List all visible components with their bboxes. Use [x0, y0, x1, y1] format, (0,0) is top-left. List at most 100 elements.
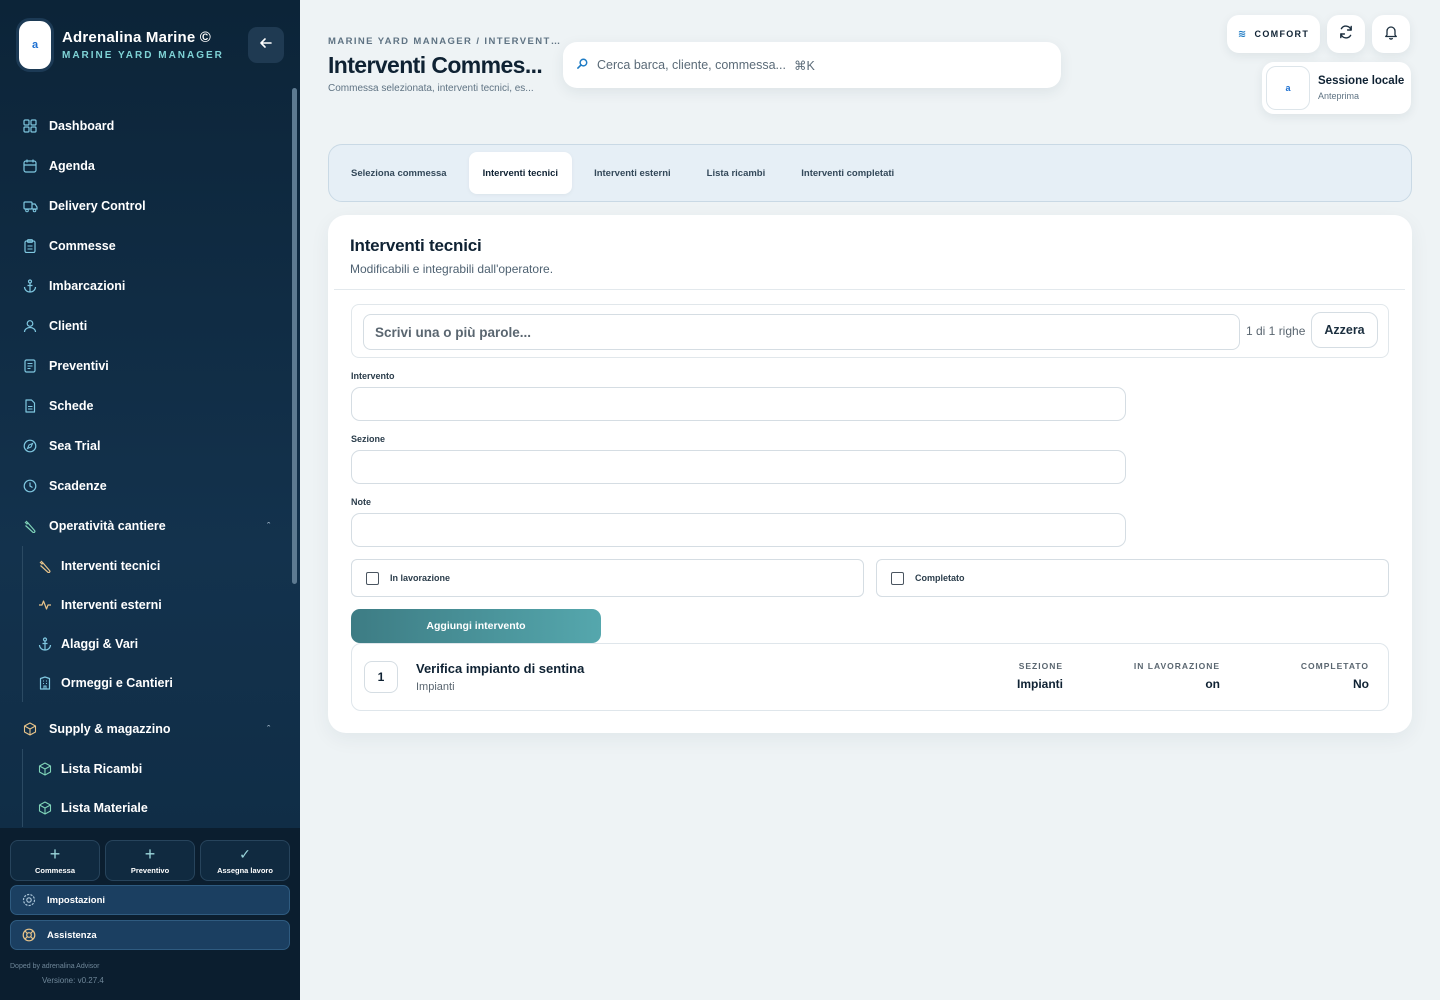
assign-work-button[interactable]: ✓ Assegna lavoro: [200, 840, 290, 881]
anchor-icon: [22, 278, 38, 294]
checkbox-label: In lavorazione: [390, 573, 451, 583]
tab-interventi-esterni[interactable]: Interventi esterni: [580, 152, 685, 194]
filter-input[interactable]: [363, 314, 1240, 350]
sidebar-item-interventi-tecnici[interactable]: Interventi tecnici: [37, 546, 278, 585]
sidebar-item-dashboard[interactable]: Dashboard: [16, 106, 278, 146]
density-toggle-button[interactable]: ≋ COMFORT: [1227, 15, 1320, 53]
box-icon: [37, 761, 53, 777]
help-button[interactable]: Assistenza: [10, 920, 290, 950]
collapse-sidebar-button[interactable]: [248, 27, 284, 63]
sidebar-group-supply[interactable]: Supply & magazzino ˆ: [16, 709, 278, 749]
sidebar-item-commesse[interactable]: Commesse: [16, 226, 278, 266]
box-icon: [22, 721, 38, 737]
note-field[interactable]: [351, 513, 1126, 547]
settings-button[interactable]: Impostazioni: [10, 885, 290, 915]
settings-label: Impostazioni: [47, 894, 106, 906]
bell-icon: [1383, 24, 1399, 45]
session-mode: Anteprima: [1318, 91, 1360, 101]
add-intervento-button[interactable]: Aggiungi intervento: [351, 609, 601, 643]
waves-icon: ≋: [1237, 28, 1248, 40]
page-title: Interventi Commes...: [328, 52, 543, 78]
check-icon: ✓: [239, 846, 251, 862]
global-search[interactable]: Cerca barca, cliente, commessa... ⌘K: [563, 42, 1061, 88]
refresh-button[interactable]: [1327, 15, 1365, 53]
table-row[interactable]: 1 Verifica impianto di sentina Impianti …: [351, 643, 1389, 711]
sidebar-item-agenda[interactable]: Agenda: [16, 146, 278, 186]
row-title: Verifica impianto di sentina: [416, 661, 585, 676]
avatar: a: [1266, 66, 1310, 110]
sidebar-item-clienti[interactable]: Clienti: [16, 306, 278, 346]
notifications-button[interactable]: [1372, 15, 1410, 53]
session-name: Sessione locale: [1318, 75, 1405, 87]
sidebar-item-lista-materiale[interactable]: Lista Materiale: [37, 788, 278, 827]
brand[interactable]: a Adrenalina Marine © MARINE YARD MANAGE…: [16, 18, 224, 72]
tab-lista-ricambi[interactable]: Lista ricambi: [693, 152, 780, 194]
intervento-field[interactable]: [351, 387, 1126, 421]
help-label: Assistenza: [47, 929, 97, 941]
sidebar-item-label: Agenda: [49, 159, 95, 173]
sidebar-item-interventi-esterni[interactable]: Interventi esterni: [37, 585, 278, 624]
plus-icon: +: [144, 844, 156, 864]
session-card[interactable]: a Sessione locale Anteprima: [1262, 62, 1411, 114]
quick-action-label: Commessa: [34, 866, 76, 875]
col-sezione: SEZIONE Impianti: [1017, 661, 1063, 691]
completato-checkbox[interactable]: Completato: [876, 559, 1389, 597]
receipt-icon: [22, 358, 38, 374]
sidebar-item-schede[interactable]: Schede: [16, 386, 278, 426]
divider: [334, 289, 1405, 290]
brand-name: Adrenalina Marine ©: [62, 29, 212, 46]
new-commessa-button[interactable]: + Commessa: [10, 840, 100, 881]
sidebar-item-lista-ricambi[interactable]: Lista Ricambi: [37, 749, 278, 788]
sidebar-item-preventivi[interactable]: Preventivi: [16, 346, 278, 386]
lifebuoy-icon: [21, 927, 37, 943]
sidebar-item-ormeggi-cantieri[interactable]: Ormeggi e Cantieri: [37, 663, 278, 702]
sidebar-item-label: Interventi esterni: [61, 597, 162, 612]
sidebar-item-label: Imbarcazioni: [49, 279, 126, 293]
chevron-up-icon: ˆ: [267, 521, 270, 531]
tab-interventi-completati[interactable]: Interventi completati: [787, 152, 908, 194]
col-header: IN LAVORAZIONE: [1133, 661, 1220, 671]
reset-filter-button[interactable]: Azzera: [1311, 312, 1378, 348]
quick-action-label: Assegna lavoro: [217, 866, 273, 875]
tab-seleziona-commessa[interactable]: Seleziona commessa: [337, 152, 461, 194]
row-number: 1: [364, 661, 398, 693]
sidebar-item-delivery-control[interactable]: Delivery Control: [16, 186, 278, 226]
box-icon: [37, 800, 53, 816]
sezione-field[interactable]: [351, 450, 1126, 484]
version-text: Versione: v0.27.4: [42, 976, 104, 985]
credits-text: Doped by adrenalina Advisor: [10, 963, 100, 970]
sidebar-item-imbarcazioni[interactable]: Imbarcazioni: [16, 266, 278, 306]
checkbox-box[interactable]: [366, 571, 379, 585]
sidebar-item-label: Alaggi & Vari: [61, 636, 139, 651]
col-value: Impianti: [1016, 677, 1063, 691]
sidebar-item-sea-trial[interactable]: Sea Trial: [16, 426, 278, 466]
file-icon: [22, 398, 38, 414]
in-lavorazione-checkbox[interactable]: In lavorazione: [351, 559, 864, 597]
new-preventivo-button[interactable]: + Preventivo: [105, 840, 195, 881]
quick-actions: + Commessa + Preventivo ✓ Assegna lavoro: [10, 840, 290, 881]
sidebar-submenu-operativita: Interventi tecnici Interventi esterni Al…: [22, 546, 278, 702]
refresh-icon: [1338, 24, 1354, 45]
sidebar-scrollbar[interactable]: [292, 88, 297, 584]
sidebar-item-alaggi-vari[interactable]: Alaggi & Vari: [37, 624, 278, 663]
row-subtitle: Impianti: [416, 681, 455, 693]
checkbox-box[interactable]: [891, 571, 904, 585]
sidebar-footer: + Commessa + Preventivo ✓ Assegna lavoro…: [0, 828, 300, 1000]
plus-icon: +: [49, 844, 61, 864]
quick-action-label: Preventivo: [130, 866, 170, 875]
rows-count: 1 di 1 righe: [1246, 324, 1306, 338]
sidebar-item-label: Lista Ricambi: [61, 761, 143, 776]
sidebar-group-operativita[interactable]: Operatività cantiere ˆ: [16, 506, 278, 546]
search-icon: [577, 58, 589, 72]
sidebar-item-label: Sea Trial: [49, 439, 101, 453]
clock-icon: [22, 478, 38, 494]
sidebar-item-scadenze[interactable]: Scadenze: [16, 466, 278, 506]
sidebar-group-label: Supply & magazzino: [49, 722, 171, 736]
checkbox-label: Completato: [915, 573, 965, 583]
col-header: SEZIONE: [1018, 661, 1063, 671]
arrow-left-icon: [258, 35, 274, 56]
compass-icon: [22, 438, 38, 454]
col-value: on: [1205, 677, 1220, 691]
wrench-icon: [22, 518, 38, 534]
tab-interventi-tecnici[interactable]: Interventi tecnici: [468, 152, 573, 194]
